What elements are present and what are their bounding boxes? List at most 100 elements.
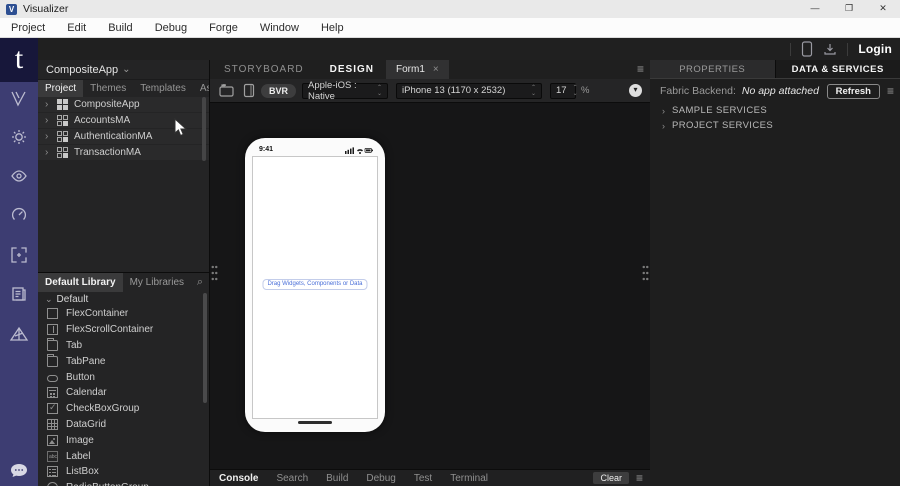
app-selector[interactable]: CompositeApp ⌄	[38, 60, 209, 79]
tab-design[interactable]: DESIGN	[318, 60, 386, 79]
tab-templates[interactable]: Templates	[133, 80, 193, 97]
bvr-button[interactable]: BVR	[261, 84, 296, 98]
preview-eye-icon[interactable]	[0, 163, 38, 189]
performance-gauge-icon[interactable]	[0, 202, 38, 228]
publish-prism-icon[interactable]	[0, 321, 38, 347]
menu-icon[interactable]: ≡	[629, 471, 650, 485]
design-canvas[interactable]: 9:41 Drag Widgets, Components or Data	[210, 103, 650, 470]
widget-flexcontainer[interactable]: FlexContainer	[38, 306, 209, 322]
settings-gear-icon[interactable]	[0, 124, 38, 150]
label-icon	[47, 451, 58, 462]
tree-item-compositeapp[interactable]: › CompositeApp	[38, 97, 209, 112]
flexscrollcontainer-icon	[47, 324, 58, 335]
widget-calendar[interactable]: Calendar	[38, 385, 209, 401]
menu-window[interactable]: Window	[249, 18, 310, 38]
tab-widget-icon	[47, 340, 58, 351]
login-button[interactable]: Login	[858, 42, 892, 56]
widget-flexscrollcontainer[interactable]: FlexScrollContainer	[38, 322, 209, 338]
widget-datagrid[interactable]: DataGrid	[38, 417, 209, 433]
tabpane-icon	[47, 356, 58, 367]
tab-default-library[interactable]: Default Library	[38, 273, 123, 292]
tab-themes[interactable]: Themes	[83, 80, 133, 97]
menu-build[interactable]: Build	[97, 18, 143, 38]
menu-edit[interactable]: Edit	[56, 18, 97, 38]
project-tree-scrollbar[interactable]	[202, 97, 206, 161]
menu-project[interactable]: Project	[0, 18, 56, 38]
tab-debug[interactable]: Debug	[357, 470, 404, 486]
close-tab-icon[interactable]: ×	[433, 64, 439, 75]
chevron-right-icon[interactable]: ›	[45, 115, 51, 126]
tab-properties[interactable]: PROPERTIES	[650, 60, 776, 78]
menu-forge[interactable]: Forge	[198, 18, 249, 38]
collapse-toolbar-icon[interactable]: ▾	[629, 84, 642, 97]
library-scrollbar[interactable]	[203, 293, 207, 403]
chevron-right-icon[interactable]: ›	[45, 147, 51, 158]
menu-icon[interactable]: ≡	[637, 60, 650, 79]
library-panel: Default Library My Libraries ⌕ ⌄ Default…	[38, 272, 210, 486]
tab-storyboard[interactable]: STORYBOARD	[210, 60, 318, 79]
zoom-percent-label: %	[581, 85, 589, 96]
chevron-right-icon[interactable]: ›	[662, 106, 665, 116]
section-project-services[interactable]: › PROJECT SERVICES	[650, 118, 900, 133]
widget-radiobuttongroup[interactable]: RadioButtonGroup	[38, 480, 209, 486]
image-icon	[47, 435, 58, 446]
widget-tab[interactable]: Tab	[38, 338, 209, 354]
section-sample-services[interactable]: › SAMPLE SERVICES	[650, 103, 900, 118]
notes-document-icon[interactable]	[0, 281, 38, 307]
tab-build[interactable]: Build	[317, 470, 357, 486]
clear-button[interactable]: Clear	[593, 472, 629, 484]
menu-icon[interactable]: ≡	[880, 84, 894, 98]
visualizer-home-icon[interactable]	[0, 86, 38, 112]
refresh-button[interactable]: Refresh	[827, 84, 880, 99]
radiobutton-icon	[47, 482, 58, 486]
close-button[interactable]: ✕	[866, 0, 900, 18]
tab-assets[interactable]: Assets	[193, 80, 210, 97]
tab-terminal[interactable]: Terminal	[441, 470, 497, 486]
menu-debug[interactable]: Debug	[144, 18, 198, 38]
mouse-cursor	[174, 118, 188, 138]
fabric-backend-row: Fabric Backend: No app attached Refresh …	[650, 79, 900, 103]
canvas-frame-icon[interactable]	[0, 242, 38, 268]
chevron-right-icon[interactable]: ›	[45, 131, 51, 142]
status-time: 9:41	[259, 146, 273, 153]
tab-project[interactable]: Project	[38, 80, 83, 97]
restore-button[interactable]: ❐	[832, 0, 866, 18]
widget-label[interactable]: Label	[38, 448, 209, 464]
tab-form1[interactable]: Form1 ×	[386, 60, 449, 79]
chevron-right-icon[interactable]: ›	[45, 99, 51, 110]
widget-tabpane[interactable]: TabPane	[38, 353, 209, 369]
tab-test[interactable]: Test	[405, 470, 441, 486]
datagrid-icon	[47, 419, 58, 430]
storyboard-add-icon[interactable]	[218, 83, 236, 98]
left-splitter-handle[interactable]	[211, 264, 218, 282]
menu-bar: Project Edit Build Debug Forge Window He…	[0, 18, 900, 38]
library-group-default[interactable]: ⌄ Default	[38, 292, 209, 306]
platform-dropdown[interactable]: Apple-iOS : Native ⌃⌄	[302, 83, 388, 99]
device-preview-icon[interactable]	[801, 41, 813, 57]
menu-help[interactable]: Help	[310, 18, 355, 38]
minimize-button[interactable]: —	[798, 0, 832, 18]
zoom-input[interactable]: 17 ⌃⌄	[550, 83, 576, 99]
app-header: Login	[38, 38, 900, 60]
tab-search[interactable]: Search	[267, 470, 317, 486]
widget-listbox[interactable]: ListBox	[38, 464, 209, 480]
iphone-mockup: 9:41 Drag Widgets, Components or Data	[245, 138, 385, 432]
right-splitter-handle[interactable]	[642, 264, 649, 282]
device-orientation-icon[interactable]	[243, 83, 255, 98]
tab-my-libraries[interactable]: My Libraries	[123, 273, 191, 292]
chevron-right-icon[interactable]: ›	[662, 121, 665, 131]
device-dropdown[interactable]: iPhone 13 (1170 x 2532) ⌃⌄	[396, 83, 542, 99]
header-divider	[790, 43, 791, 56]
widget-button[interactable]: Button	[38, 369, 209, 385]
feedback-chat-icon[interactable]	[0, 458, 38, 484]
tree-item-transactionma[interactable]: › TransactionMA	[38, 145, 209, 160]
widget-image[interactable]: Image	[38, 432, 209, 448]
tab-data-services[interactable]: DATA & SERVICES	[776, 60, 900, 78]
temenos-logo-icon[interactable]: t	[0, 38, 38, 82]
download-icon[interactable]	[823, 42, 837, 56]
library-search-input[interactable]: ⌕	[197, 273, 209, 292]
drag-hint: Drag Widgets, Components or Data	[262, 279, 367, 290]
fabric-backend-label: Fabric Backend:	[660, 85, 736, 97]
tab-console[interactable]: Console	[210, 470, 267, 486]
widget-checkboxgroup[interactable]: CheckBoxGroup	[38, 401, 209, 417]
